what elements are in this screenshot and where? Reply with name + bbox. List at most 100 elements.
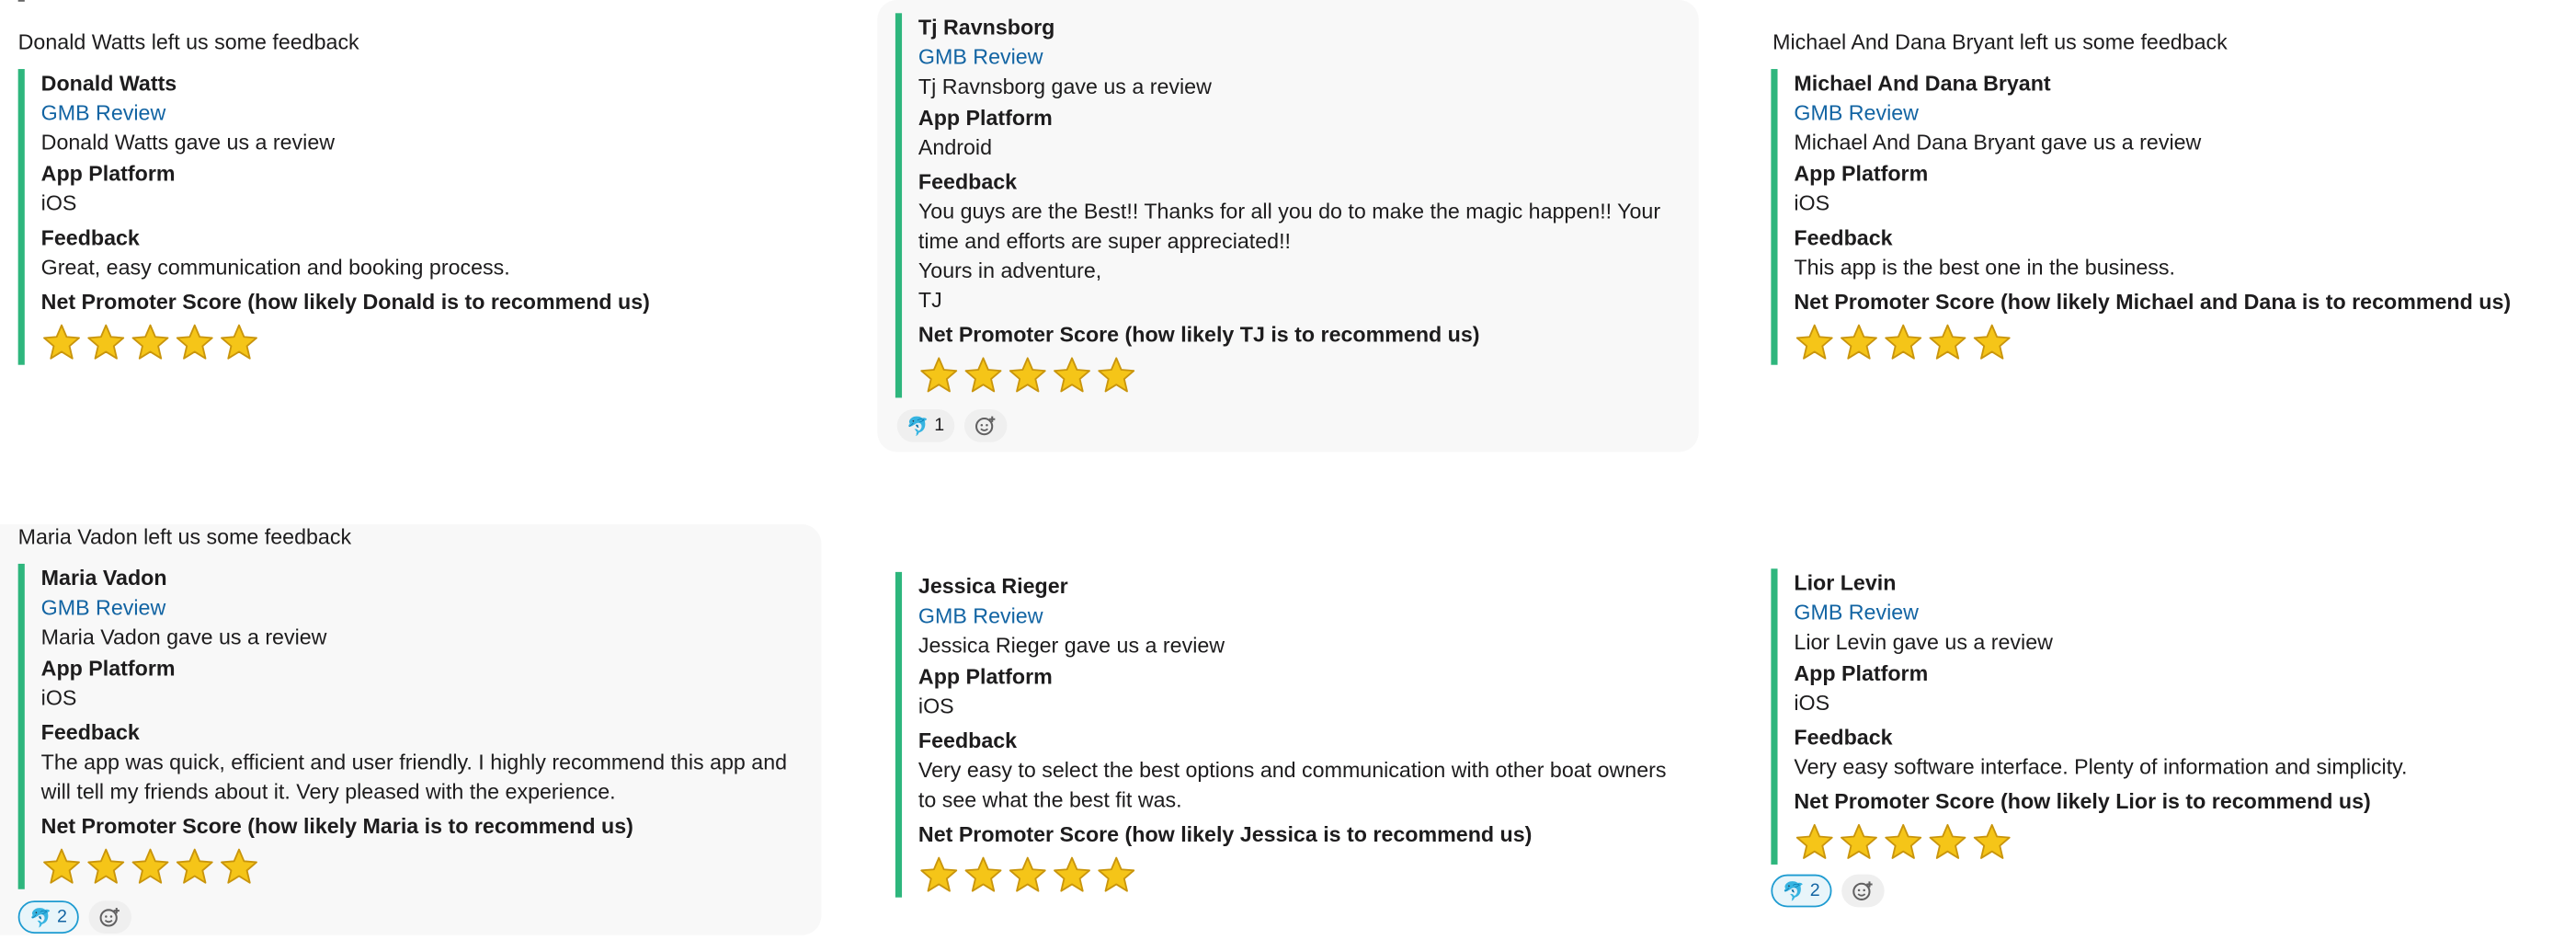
add-reaction-button[interactable] [963,408,1008,442]
star-icon [1929,324,1966,360]
add-reaction-icon [1852,881,1873,900]
review-attachment: Maria Vadon GMB Review Maria Vadon gave … [17,563,816,889]
review-attachment: Michael And Dana Bryant GMB Review Micha… [1771,69,2535,365]
star-icon [920,357,958,393]
feedback-text: Great, easy communication and booking pr… [40,254,510,280]
feedback-text: You guys are the Best!! Thanks for all y… [918,199,1661,254]
review-source-link[interactable]: GMB Review [1794,98,2535,128]
add-reaction-icon [99,907,120,927]
star-icon [1841,324,1877,360]
feedback-label: Feedback [1794,224,1893,250]
nps-label: Net Promoter Score (how likely Michael a… [1794,289,2512,315]
platform-value: iOS [40,685,77,710]
star-icon [1929,823,1966,859]
reaction-bar: 🐬 2 [17,900,131,934]
review-summary: Donald Watts gave us a review [40,130,336,155]
reaction-pill[interactable]: 🐬 2 [1771,874,1832,908]
dolphin-icon: 🐬 [29,908,52,928]
star-icon [176,848,213,884]
reviewer-name: Tj Ravnsborg [918,15,1055,40]
nps-label: Net Promoter Score (how likely Maria is … [40,813,633,839]
review-summary: Jessica Rieger gave us a review [918,632,1225,658]
feedback-text: This app is the best one in the business… [1794,254,2175,280]
platform-value: iOS [1794,190,1830,216]
star-icon [43,848,80,884]
star-icon [964,856,1002,892]
nps-label: Net Promoter Score (how likely Jessica i… [918,821,1533,847]
review-source-link[interactable]: GMB Review [41,593,816,623]
star-icon [87,848,125,884]
platform-label: App Platform [1794,660,1929,686]
add-reaction-button[interactable] [1841,874,1885,908]
review-source-link[interactable]: GMB Review [918,602,1684,631]
review-attachment: Lior Levin GMB Review Lior Levin gave us… [1771,568,2535,865]
review-source-link[interactable]: GMB Review [1794,598,2535,627]
star-icon [1009,357,1046,393]
feedback-label: Feedback [918,169,1018,194]
star-icon [1054,357,1090,393]
star-icon [1973,823,2011,859]
review-source-link[interactable]: GMB Review [41,98,839,128]
review-attachment: Tj Ravnsborg GMB Review Tj Ravnsborg gav… [895,13,1684,398]
star-icon [1885,823,1922,859]
feedback-text: Very easy to select the best options and… [918,757,1667,812]
message-intro: Michael And Dana Bryant left us some fee… [1772,29,2228,54]
star-icon [1009,856,1046,892]
platform-value: iOS [40,190,77,216]
feedback-message[interactable]: Michael And Dana Bryant left us some fee… [1755,0,2544,493]
star-rating [41,846,816,888]
add-reaction-button[interactable] [88,900,131,934]
star-icon [43,324,80,360]
reviewer-name: Michael And Dana Bryant [1794,70,2051,96]
add-reaction-icon [975,416,996,436]
star-icon [131,848,169,884]
star-icon [1098,856,1135,892]
star-icon [221,848,257,884]
feedback-message[interactable]: Lior Levin GMB Review Lior Levin gave us… [1755,543,2544,921]
star-icon [176,324,213,360]
star-icon [964,357,1002,393]
star-rating [918,854,1684,897]
reviewer-name: Donald Watts [40,70,177,96]
feedback-message[interactable]: Jessica Rieger GMB Review Jessica Rieger… [877,543,1698,921]
feedback-signoff: Yours in adventure, [918,258,1102,283]
nps-label: Net Promoter Score (how likely Lior is t… [1794,788,2371,814]
platform-value: iOS [1794,690,1830,716]
feedback-text: The app was quick, efficient and user fr… [40,749,788,804]
star-icon [1098,357,1135,393]
review-summary: Michael And Dana Bryant gave us a review [1794,130,2202,155]
reaction-pill[interactable]: 🐬 1 [896,408,954,442]
message-intro: Maria Vadon left us some feedback [17,524,352,549]
reviewer-name: Lior Levin [1794,570,1897,595]
reaction-pill[interactable]: 🐬 2 [17,900,79,934]
reviewer-name: Jessica Rieger [918,573,1068,599]
reaction-count: 2 [1809,880,1820,901]
feedback-message[interactable]: Donald Watts left us some feedback Donal… [0,0,854,493]
feedback-label: Feedback [1794,725,1893,750]
review-attachment: Donald Watts GMB Review Donald Watts gav… [17,69,839,365]
review-summary: Tj Ravnsborg gave us a review [918,74,1212,99]
star-rating [1794,322,2535,364]
feedback-message[interactable]: Maria Vadon left us some feedback Maria … [0,524,822,935]
feedback-signature: TJ [918,287,942,313]
review-attachment: Jessica Rieger GMB Review Jessica Rieger… [895,571,1684,898]
platform-value: iOS [918,694,954,718]
platform-label: App Platform [918,663,1053,689]
star-icon [1795,823,1833,859]
star-icon [1795,324,1833,360]
star-icon [1841,823,1877,859]
feedback-label: Feedback [918,728,1018,753]
reviewer-name: Maria Vadon [40,565,167,590]
feedback-message[interactable]: Tj Ravnsborg GMB Review Tj Ravnsborg gav… [877,0,1699,453]
star-icon [131,324,169,360]
reaction-count: 1 [934,416,945,436]
reaction-bar: 🐬 2 [1771,874,1885,908]
feedback-label: Feedback [40,224,140,250]
platform-label: App Platform [40,161,176,186]
nps-label: Net Promoter Score (how likely Donald is… [40,289,650,315]
message-intro: Donald Watts left us some feedback [17,29,359,54]
review-source-link[interactable]: GMB Review [918,42,1684,72]
reaction-bar: 🐬 1 [896,408,1008,442]
feedback-text: Very easy software interface. Plenty of … [1794,754,2408,780]
dolphin-icon: 🐬 [906,417,929,437]
